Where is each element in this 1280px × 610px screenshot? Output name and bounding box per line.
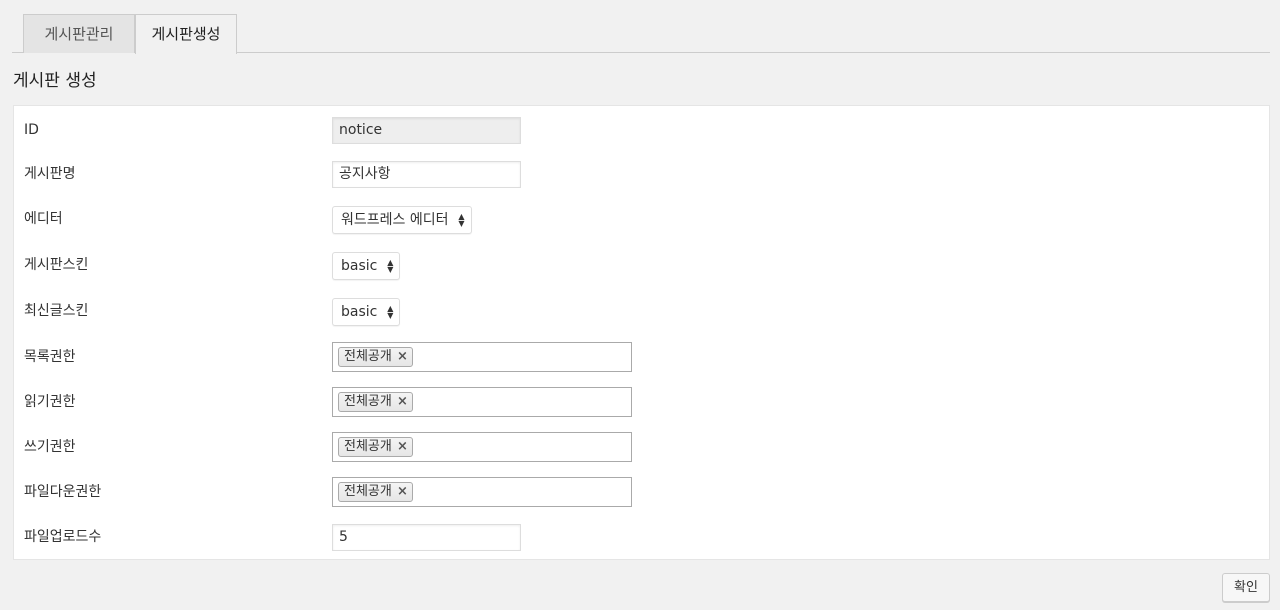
form-row-list-perm: 목록권한 전체공개 × xyxy=(14,342,1269,372)
close-icon[interactable]: × xyxy=(397,393,408,411)
list-perm-label: 목록권한 xyxy=(24,349,76,365)
download-perm-label: 파일다운권한 xyxy=(24,484,102,500)
editor-select[interactable]: 워드프레스 에디터 ▲ ▼ xyxy=(332,206,472,234)
download-perm-field[interactable]: 전체공개 × xyxy=(332,477,632,507)
chip-label: 전체공개 xyxy=(344,394,392,409)
form-row-board-skin: 게시판스킨 basic ▲ ▼ xyxy=(14,250,1269,280)
write-perm-field[interactable]: 전체공개 × xyxy=(332,432,632,462)
chip-label: 전체공개 xyxy=(344,439,392,454)
confirm-button[interactable]: 확인 xyxy=(1222,573,1270,602)
chip-label: 전체공개 xyxy=(344,484,392,499)
id-field[interactable]: notice xyxy=(332,117,521,144)
permission-chip: 전체공개 × xyxy=(338,437,413,457)
list-perm-field[interactable]: 전체공개 × xyxy=(332,342,632,372)
latest-skin-label: 최신글스킨 xyxy=(24,303,89,319)
sort-arrows-icon: ▲ ▼ xyxy=(387,258,394,274)
permission-chip: 전체공개 × xyxy=(338,392,413,412)
write-perm-label: 쓰기권한 xyxy=(24,439,76,455)
tab-bar: 게시판관리 게시판생성 xyxy=(12,14,1270,54)
sort-arrows-icon: ▲ ▼ xyxy=(458,212,465,228)
board-skin-label: 게시판스킨 xyxy=(24,257,89,273)
editor-select-value: 워드프레스 에디터 xyxy=(341,212,449,228)
page-title: 게시판 생성 xyxy=(13,71,97,91)
permission-chip: 전체공개 × xyxy=(338,347,413,367)
editor-label: 에디터 xyxy=(24,211,63,227)
form-row-read-perm: 읽기권한 전체공개 × xyxy=(14,387,1269,417)
upload-count-label: 파일업로드수 xyxy=(24,529,102,545)
permission-chip: 전체공개 × xyxy=(338,482,413,502)
sort-arrows-icon: ▲ ▼ xyxy=(387,304,394,320)
close-icon[interactable]: × xyxy=(397,348,408,366)
tab-board-create[interactable]: 게시판생성 xyxy=(135,14,237,54)
board-skin-select-value: basic xyxy=(341,258,378,274)
upload-count-field[interactable]: 5 xyxy=(332,524,521,551)
form-row-name: 게시판명 공지사항 xyxy=(14,159,1269,189)
form-row-write-perm: 쓰기권한 전체공개 × xyxy=(14,432,1269,462)
board-name-field[interactable]: 공지사항 xyxy=(332,161,521,188)
latest-skin-select[interactable]: basic ▲ ▼ xyxy=(332,298,401,326)
form-row-id: ID notice xyxy=(14,115,1269,145)
tab-board-manage[interactable]: 게시판관리 xyxy=(23,14,135,53)
close-icon[interactable]: × xyxy=(397,483,408,501)
id-label: ID xyxy=(24,122,39,138)
board-name-label: 게시판명 xyxy=(24,166,76,182)
form-row-upload-count: 파일업로드수 5 xyxy=(14,522,1269,552)
close-icon[interactable]: × xyxy=(397,438,408,456)
form-row-latest-skin: 최신글스킨 basic ▲ ▼ xyxy=(14,296,1269,326)
latest-skin-select-value: basic xyxy=(341,304,378,320)
form-row-editor: 에디터 워드프레스 에디터 ▲ ▼ xyxy=(14,204,1269,234)
board-skin-select[interactable]: basic ▲ ▼ xyxy=(332,252,401,280)
read-perm-label: 읽기권한 xyxy=(24,394,76,410)
form-row-download-perm: 파일다운권한 전체공개 × xyxy=(14,477,1269,507)
read-perm-field[interactable]: 전체공개 × xyxy=(332,387,632,417)
form-panel: ID notice 게시판명 공지사항 에디터 워드프레스 에디터 ▲ ▼ 게시판… xyxy=(13,105,1270,560)
chip-label: 전체공개 xyxy=(344,349,392,364)
